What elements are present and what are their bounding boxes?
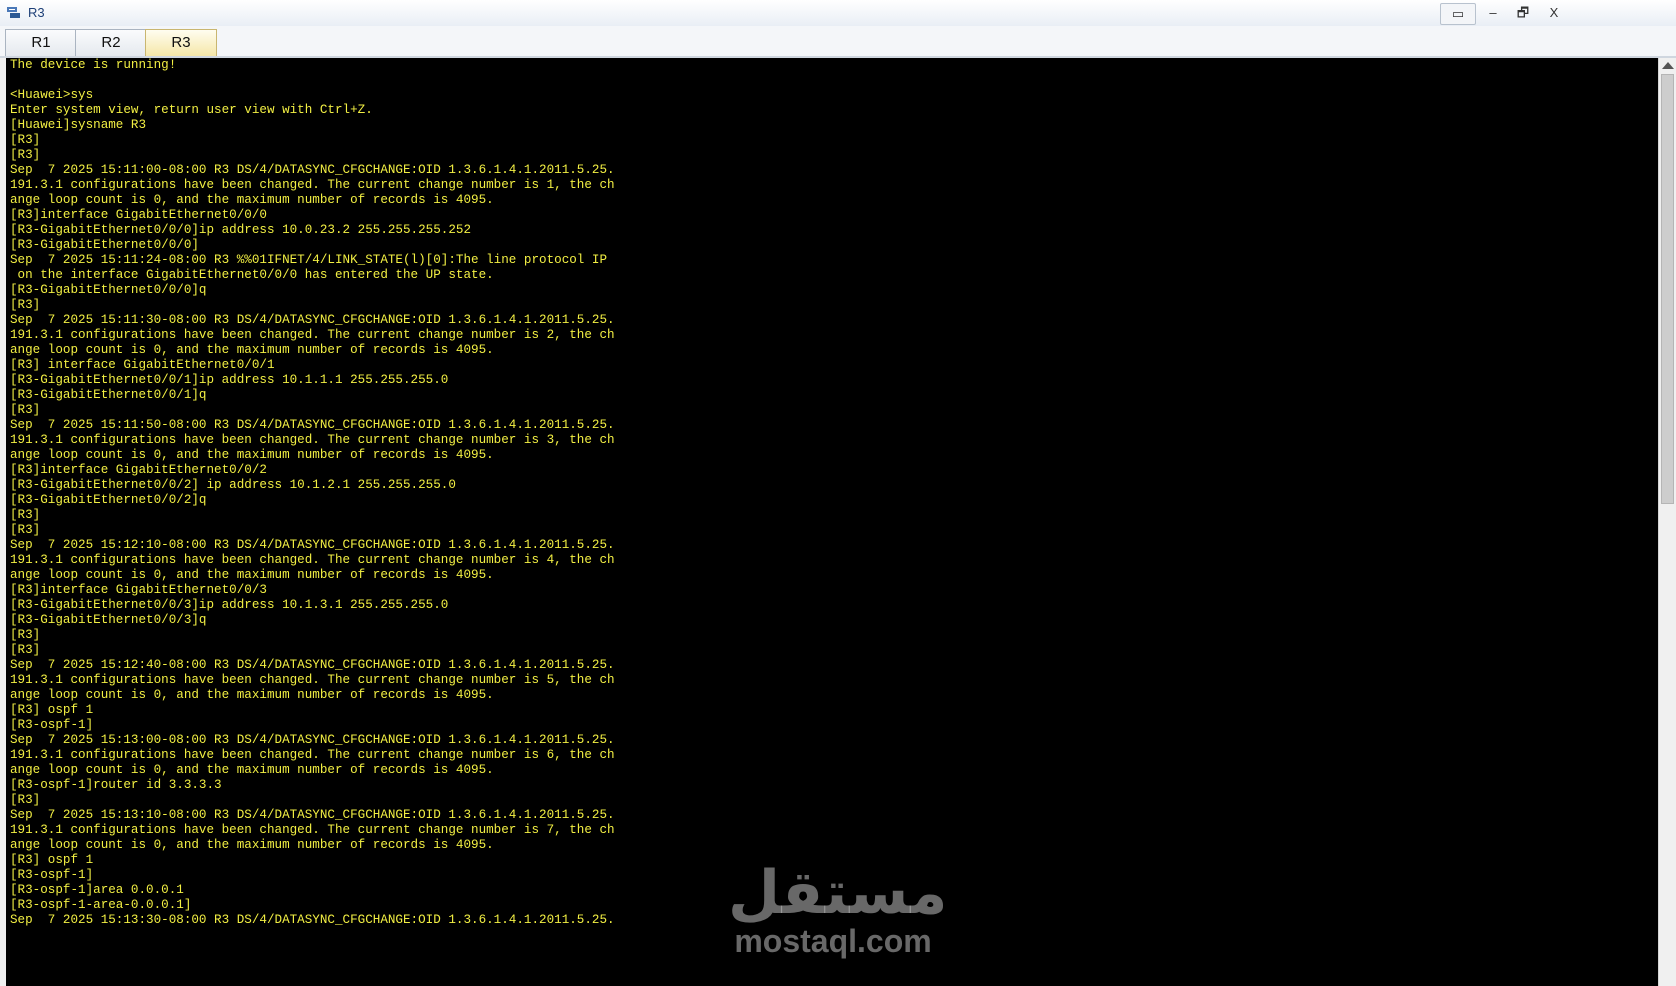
terminal-line: Sep 7 2025 15:13:00-08:00 R3 DS/4/DATASY… <box>10 733 615 747</box>
terminal-line: [R3-GigabitEthernet0/0/0] <box>10 238 199 252</box>
terminal-line: [R3] <box>10 298 41 312</box>
terminal-line: on the interface GigabitEthernet0/0/0 ha… <box>10 268 494 282</box>
vertical-scrollbar[interactable] <box>1658 58 1676 986</box>
terminal-line: ange loop count is 0, and the maximum nu… <box>10 343 494 357</box>
terminal-line: [R3-ospf-1-area-0.0.0.1] <box>10 898 192 912</box>
terminal-line: [R3-GigabitEthernet0/0/1]q <box>10 388 207 402</box>
terminal-line: [R3] <box>10 148 41 162</box>
terminal-line: ange loop count is 0, and the maximum nu… <box>10 193 494 207</box>
terminal-line: Sep 7 2025 15:11:50-08:00 R3 DS/4/DATASY… <box>10 418 615 432</box>
terminal-line: Sep 7 2025 15:11:24-08:00 R3 %%01IFNET/4… <box>10 253 608 267</box>
close-button[interactable]: X <box>1541 3 1567 23</box>
tab-r3[interactable]: R3 <box>145 29 217 56</box>
terminal-line: [R3] <box>10 133 41 147</box>
terminal-line: 191.3.1 configurations have been changed… <box>10 178 615 192</box>
terminal-console[interactable]: The device is running! <Huawei>sys Enter s… <box>6 58 1658 986</box>
terminal-line: [R3-GigabitEthernet0/0/1]ip address 10.1… <box>10 373 449 387</box>
terminal-line: [R3]interface GigabitEthernet0/0/2 <box>10 463 267 477</box>
terminal-line: Sep 7 2025 15:11:00-08:00 R3 DS/4/DATASY… <box>10 163 615 177</box>
terminal-line: [R3] ospf 1 <box>10 853 94 867</box>
device-tab-bar: R1 R2 R3 <box>0 26 1676 58</box>
title-bar: R3 ▭ – 🗗 X <box>0 0 1676 27</box>
tab-r2[interactable]: R2 <box>75 29 147 56</box>
terminal-line: [R3-GigabitEthernet0/0/2] ip address 10.… <box>10 478 456 492</box>
terminal-line: Sep 7 2025 15:12:10-08:00 R3 DS/4/DATASY… <box>10 538 615 552</box>
terminal-line: [R3]interface GigabitEthernet0/0/0 <box>10 208 267 222</box>
terminal-line: The device is running! <box>10 58 177 72</box>
terminal-line: [R3] <box>10 508 41 522</box>
terminal-line: [R3] <box>10 523 41 537</box>
terminal-line: [R3-GigabitEthernet0/0/3]q <box>10 613 207 627</box>
terminal-line: 191.3.1 configurations have been changed… <box>10 328 615 342</box>
terminal-line: [R3-ospf-1] <box>10 718 94 732</box>
terminal-line: <Huawei>sys <box>10 88 94 102</box>
window-title: R3 <box>28 5 45 20</box>
terminal-line: Sep 7 2025 15:11:30-08:00 R3 DS/4/DATASY… <box>10 313 615 327</box>
terminal-line: ange loop count is 0, and the maximum nu… <box>10 448 494 462</box>
terminal-line: Sep 7 2025 15:13:30-08:00 R3 DS/4/DATASY… <box>10 913 615 927</box>
terminal-line: ange loop count is 0, and the maximum nu… <box>10 763 494 777</box>
terminal-line: 191.3.1 configurations have been changed… <box>10 553 615 567</box>
maximize-button[interactable]: 🗗 <box>1510 3 1536 23</box>
terminal-line: 191.3.1 configurations have been changed… <box>10 433 615 447</box>
terminal-line: [R3] <box>10 643 41 657</box>
router-app-icon <box>7 7 20 18</box>
terminal-line: [R3] interface GigabitEthernet0/0/1 <box>10 358 275 372</box>
terminal-line: Sep 7 2025 15:12:40-08:00 R3 DS/4/DATASY… <box>10 658 615 672</box>
terminal-line: [R3] <box>10 403 41 417</box>
terminal-line: [R3] <box>10 628 41 642</box>
terminal-line: 191.3.1 configurations have been changed… <box>10 748 615 762</box>
terminal-line: Sep 7 2025 15:13:10-08:00 R3 DS/4/DATASY… <box>10 808 615 822</box>
terminal-line: [R3] <box>10 793 41 807</box>
terminal-line: ange loop count is 0, and the maximum nu… <box>10 838 494 852</box>
minimize-button[interactable]: – <box>1480 3 1506 23</box>
terminal-line: [R3-GigabitEthernet0/0/3]ip address 10.1… <box>10 598 449 612</box>
tab-r1[interactable]: R1 <box>5 29 77 56</box>
terminal-line: ange loop count is 0, and the maximum nu… <box>10 688 494 702</box>
watermark-arabic-logo: مستقل <box>728 858 948 928</box>
terminal-line: [R3-ospf-1]area 0.0.0.1 <box>10 883 184 897</box>
scroll-up-arrow-icon[interactable] <box>1662 62 1674 69</box>
terminal-line: 191.3.1 configurations have been changed… <box>10 673 615 687</box>
terminal-line: 191.3.1 configurations have been changed… <box>10 823 615 837</box>
restore-window-button[interactable]: ▭ <box>1440 3 1476 25</box>
terminal-line: [R3-ospf-1] <box>10 868 94 882</box>
terminal-line: [R3-GigabitEthernet0/0/0]q <box>10 283 207 297</box>
terminal-line: [R3-GigabitEthernet0/0/2]q <box>10 493 207 507</box>
terminal-line: ange loop count is 0, and the maximum nu… <box>10 568 494 582</box>
scrollbar-thumb[interactable] <box>1661 74 1674 504</box>
terminal-line: [Huawei]sysname R3 <box>10 118 147 132</box>
terminal-line: [R3] ospf 1 <box>10 703 94 717</box>
terminal-line: [R3-GigabitEthernet0/0/0]ip address 10.0… <box>10 223 472 237</box>
watermark-latin-logo: mostaql.com <box>734 923 932 959</box>
watermark: مستقل mostaql.com <box>728 858 948 972</box>
terminal-line: Enter system view, return user view with… <box>10 103 373 117</box>
terminal-line: [R3]interface GigabitEthernet0/0/3 <box>10 583 267 597</box>
terminal-line: [R3-ospf-1]router id 3.3.3.3 <box>10 778 222 792</box>
